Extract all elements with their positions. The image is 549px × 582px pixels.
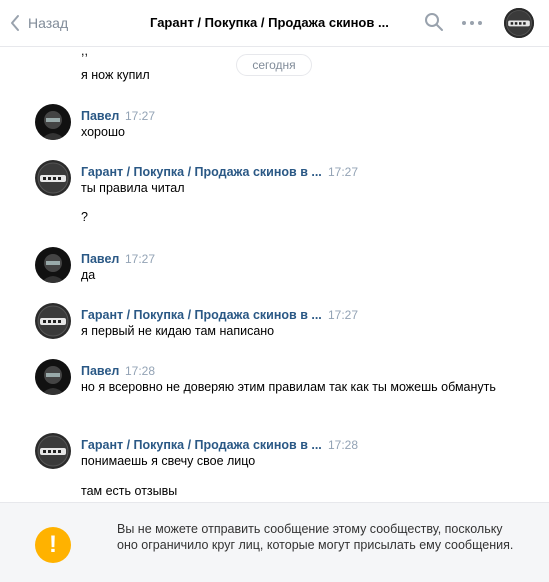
date-divider: сегодня — [236, 54, 312, 76]
back-label: Назад — [28, 15, 69, 31]
message-text: понимаешь я свечу свое лицо — [81, 454, 256, 468]
message-time: 17:27 — [125, 109, 156, 123]
message-text: я первый не кидаю там написано — [81, 324, 275, 338]
warning-icon: ! — [35, 527, 71, 563]
message-author[interactable]: Павел — [81, 252, 119, 266]
message-time: 17:27 — [328, 165, 359, 179]
message-time: 17:27 — [328, 308, 359, 322]
message-time: 17:27 — [125, 252, 156, 266]
csgo-logo-icon — [35, 160, 71, 196]
chat-title: Гарант / Покупка / Продажа скинов ... — [150, 15, 389, 30]
message-text: хорошо — [81, 125, 125, 139]
more-button[interactable] — [461, 13, 483, 38]
search-icon — [425, 13, 443, 31]
message-author[interactable]: Павел — [81, 109, 119, 123]
csgo-logo-icon — [504, 8, 534, 38]
restriction-notice: ! Вы не можете отправить сообщение этому… — [0, 502, 549, 582]
community-avatar[interactable] — [504, 8, 534, 38]
user-avatar-icon — [35, 104, 71, 140]
message-author[interactable]: Павел — [81, 364, 119, 378]
message-text: но я всеровно не доверяю этим правилам т… — [81, 380, 496, 394]
user-avatar-icon — [35, 247, 71, 283]
message-time: 17:28 — [328, 438, 359, 452]
avatar[interactable] — [35, 303, 71, 339]
message-author[interactable]: Гарант / Покупка / Продажа скинов в ... — [81, 165, 322, 179]
message-author[interactable]: Гарант / Покупка / Продажа скинов в ... — [81, 308, 322, 322]
csgo-logo-icon — [35, 433, 71, 469]
user-avatar-icon — [35, 359, 71, 395]
avatar[interactable] — [35, 104, 71, 140]
more-icon — [462, 21, 482, 25]
message-text: ? — [81, 210, 88, 224]
avatar[interactable] — [35, 247, 71, 283]
message-text: там есть отзывы — [81, 484, 178, 498]
notice-text: Вы не можете отправить сообщение этому с… — [117, 522, 514, 552]
message-author[interactable]: Гарант / Покупка / Продажа скинов в ... — [81, 438, 322, 452]
message-history[interactable]: ,, я нож купил сегодня Павел 17:27 хорош… — [0, 48, 549, 502]
search-button[interactable] — [424, 12, 444, 37]
message-time: 17:28 — [125, 364, 156, 378]
csgo-logo-icon — [35, 303, 71, 339]
avatar[interactable] — [35, 359, 71, 395]
chevron-left-icon — [11, 15, 19, 31]
back-button[interactable]: Назад — [10, 12, 68, 34]
avatar[interactable] — [35, 433, 71, 469]
chat-header: Назад Гарант / Покупка / Продажа скинов … — [0, 0, 549, 47]
message-text: да — [81, 268, 96, 282]
message-text: ты правила читал — [81, 181, 185, 195]
avatar[interactable] — [35, 160, 71, 196]
